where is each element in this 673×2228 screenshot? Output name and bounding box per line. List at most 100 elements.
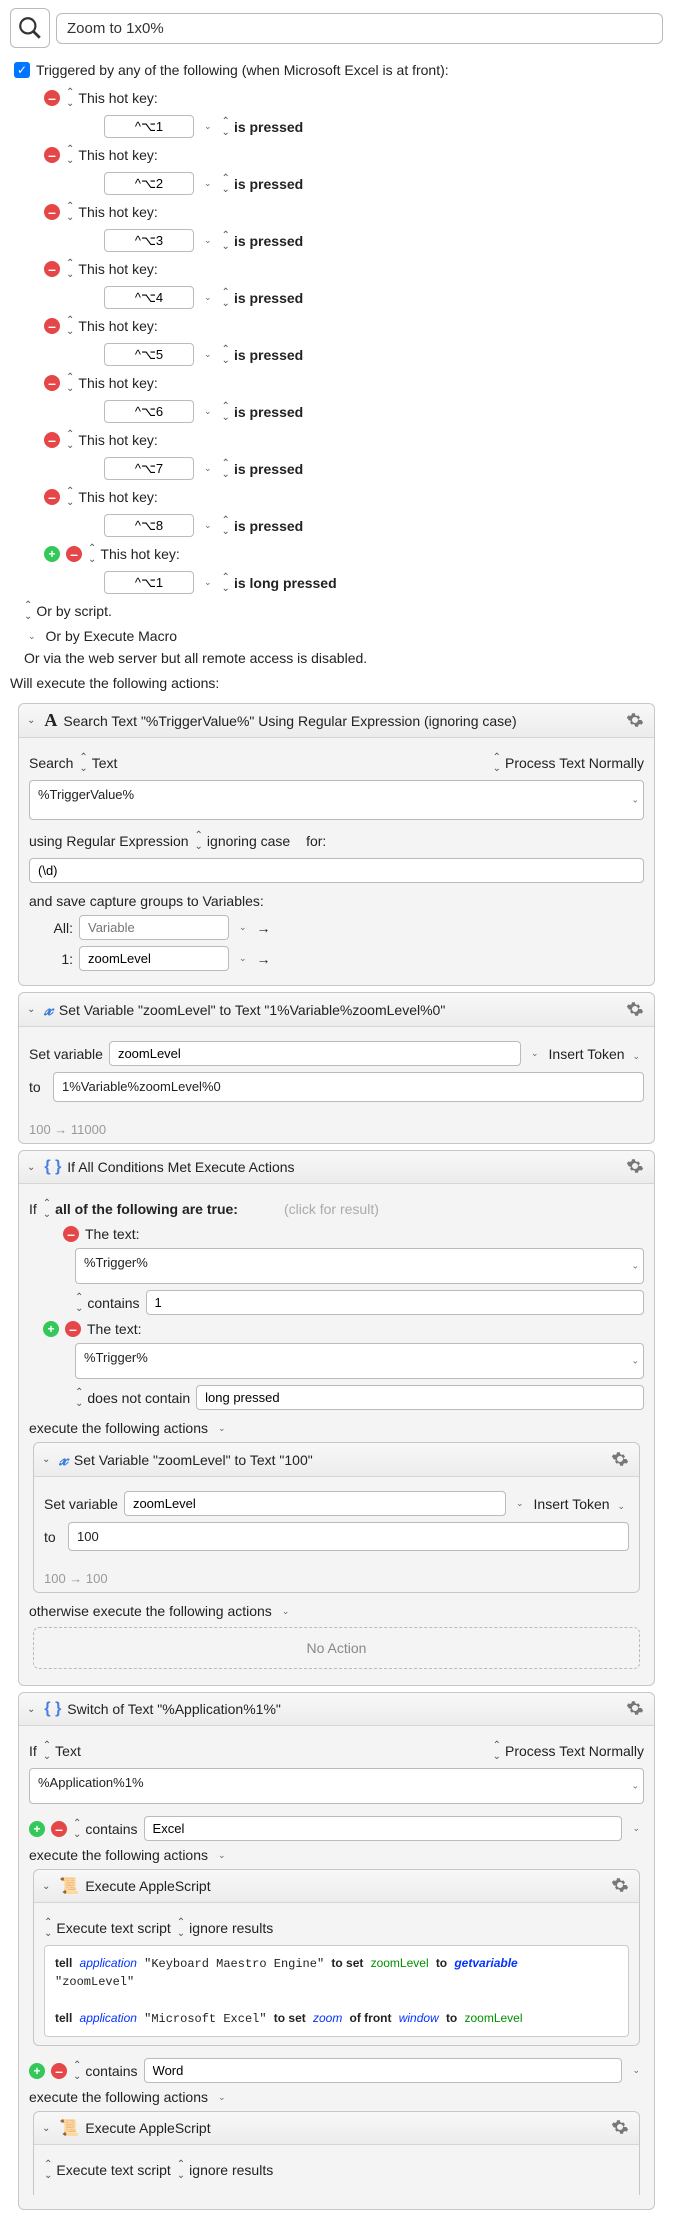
dropdown-icon[interactable]: ⌄	[235, 922, 251, 933]
dropdown-icon[interactable]: ⌄	[200, 463, 216, 474]
macro-title-input[interactable]	[56, 13, 663, 44]
hotkey-input[interactable]	[104, 229, 194, 252]
dropdown-icon[interactable]: ⌄	[200, 406, 216, 417]
stepper-icon[interactable]: ⌃⌄	[66, 144, 72, 166]
stepper-icon[interactable]: ⌃⌄	[177, 2159, 183, 2181]
stepper-icon[interactable]: ⌃⌄	[66, 315, 72, 337]
hotkey-input[interactable]	[104, 172, 194, 195]
notcontain-value-input[interactable]	[196, 1385, 644, 1410]
hotkey-input[interactable]	[104, 571, 194, 594]
regex-input[interactable]	[29, 858, 644, 883]
disclosure-icon[interactable]: ⌄	[42, 1454, 50, 1465]
stepper-icon[interactable]: ⌃⌄	[222, 230, 228, 252]
remove-button[interactable]: –	[44, 261, 60, 277]
hotkey-input[interactable]	[104, 400, 194, 423]
hotkey-input[interactable]	[104, 457, 194, 480]
trigger-checkbox[interactable]: ✓	[14, 62, 30, 78]
case-value-input[interactable]	[144, 1816, 623, 1841]
case-value-input[interactable]	[144, 2058, 623, 2083]
stepper-icon[interactable]: ⌃⌄	[222, 515, 228, 537]
dropdown-icon[interactable]: ⌄	[200, 178, 216, 189]
dropdown-icon[interactable]: ⌄	[512, 1498, 528, 1509]
gear-icon[interactable]	[611, 2118, 631, 2138]
stepper-icon[interactable]: ⌃⌄	[66, 258, 72, 280]
dropdown-icon[interactable]: ⌄	[628, 1823, 644, 1834]
hotkey-input[interactable]	[104, 514, 194, 537]
remove-button[interactable]: –	[44, 204, 60, 220]
dropdown-icon[interactable]: ⌄	[200, 577, 216, 588]
remove-button[interactable]: –	[63, 1226, 79, 1242]
dropdown-icon[interactable]: ⌄	[235, 953, 251, 964]
stepper-icon[interactable]: ⌃⌄	[66, 201, 72, 223]
add-button[interactable]: +	[29, 2063, 45, 2079]
stepper-icon[interactable]: ⌃⌄	[66, 87, 72, 109]
stepper-icon[interactable]: ⌃⌄	[66, 429, 72, 451]
add-button[interactable]: +	[29, 1821, 45, 1837]
dropdown-icon[interactable]: ⌄	[200, 235, 216, 246]
stepper-icon[interactable]: ⌃⌄	[66, 372, 72, 394]
remove-button[interactable]: –	[66, 546, 82, 562]
disclosure-icon[interactable]: ⌄	[42, 2123, 50, 2134]
capture-1-input[interactable]	[79, 946, 229, 971]
stepper-icon[interactable]: ⌃⌄	[43, 1198, 49, 1220]
remove-button[interactable]: –	[65, 1321, 81, 1337]
stepper-icon[interactable]: ⌃⌄	[75, 1292, 81, 1314]
to-value-input[interactable]: 100	[68, 1522, 629, 1551]
stepper-icon[interactable]: ⌃⌄	[43, 1740, 49, 1762]
stepper-icon[interactable]: ⌃⌄	[222, 173, 228, 195]
stepper-icon[interactable]: ⌃⌄	[44, 1917, 50, 1939]
remove-button[interactable]: –	[44, 147, 60, 163]
stepper-icon[interactable]: ⌃⌄	[24, 600, 30, 622]
var-name-input[interactable]	[124, 1491, 506, 1516]
dropdown-icon[interactable]: ⌄	[24, 631, 40, 642]
stepper-icon[interactable]: ⌃⌄	[66, 486, 72, 508]
hotkey-input[interactable]	[104, 115, 194, 138]
to-value-input[interactable]: 1%Variable%zoomLevel%0	[53, 1072, 644, 1102]
gear-icon[interactable]	[611, 1450, 631, 1470]
stepper-icon[interactable]: ⌃⌄	[222, 344, 228, 366]
stepper-icon[interactable]: ⌃⌄	[222, 401, 228, 423]
insert-token-btn[interactable]: Insert Token ⌄	[534, 1496, 629, 1512]
stepper-icon[interactable]: ⌃⌄	[44, 2159, 50, 2181]
stepper-icon[interactable]: ⌃⌄	[79, 752, 85, 774]
dropdown-icon[interactable]: ⌄	[214, 1850, 230, 1861]
dropdown-icon[interactable]: ⌄	[200, 121, 216, 132]
add-button[interactable]: +	[44, 546, 60, 562]
hotkey-input[interactable]	[104, 286, 194, 309]
dropdown-icon[interactable]: ⌄	[200, 292, 216, 303]
stepper-icon[interactable]: ⌃⌄	[493, 752, 499, 774]
remove-button[interactable]: –	[44, 375, 60, 391]
dropdown-icon[interactable]: ⌄	[527, 1048, 543, 1059]
script-code-input[interactable]: tell application "Keyboard Maestro Engin…	[44, 1945, 629, 2037]
disclosure-icon[interactable]: ⌄	[27, 1162, 35, 1173]
dropdown-icon[interactable]: ⌄	[200, 349, 216, 360]
gear-icon[interactable]	[626, 711, 646, 731]
contains-value-input[interactable]	[146, 1290, 644, 1315]
no-action-drop[interactable]: No Action	[33, 1627, 640, 1669]
gear-icon[interactable]	[626, 1157, 646, 1177]
gear-icon[interactable]	[626, 1000, 646, 1020]
gear-icon[interactable]	[626, 1699, 646, 1719]
remove-button[interactable]: –	[44, 489, 60, 505]
all-var-input[interactable]	[79, 915, 229, 940]
insert-token-btn[interactable]: Insert Token ⌄	[549, 1046, 644, 1062]
cond-text-input[interactable]: %Trigger%⌄	[75, 1343, 644, 1379]
var-name-input[interactable]	[109, 1041, 521, 1066]
disclosure-icon[interactable]: ⌄	[42, 1881, 50, 1892]
stepper-icon[interactable]: ⌃⌄	[222, 458, 228, 480]
switch-text-input[interactable]: %Application%1%⌄	[29, 1768, 644, 1804]
stepper-icon[interactable]: ⌃⌄	[177, 1917, 183, 1939]
stepper-icon[interactable]: ⌃⌄	[493, 1740, 499, 1762]
hint[interactable]: (click for result)	[284, 1201, 379, 1217]
disclosure-icon[interactable]: ⌄	[27, 1704, 35, 1715]
remove-button[interactable]: –	[44, 90, 60, 106]
stepper-icon[interactable]: ⌃⌄	[195, 830, 201, 852]
stepper-icon[interactable]: ⌃⌄	[222, 287, 228, 309]
stepper-icon[interactable]: ⌃⌄	[88, 543, 94, 565]
remove-button[interactable]: –	[51, 2063, 67, 2079]
dropdown-icon[interactable]: ⌄	[628, 2065, 644, 2076]
stepper-icon[interactable]: ⌃⌄	[73, 2060, 79, 2082]
remove-button[interactable]: –	[44, 318, 60, 334]
disclosure-icon[interactable]: ⌄	[27, 715, 35, 726]
hotkey-input[interactable]	[104, 343, 194, 366]
